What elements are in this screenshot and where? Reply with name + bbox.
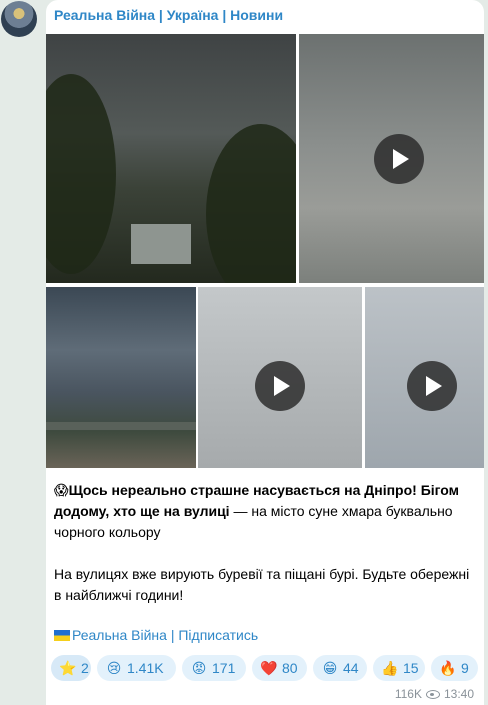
- thumbs-up-icon: 👍: [381, 660, 399, 676]
- reaction-fire[interactable]: 🔥 9: [431, 655, 478, 681]
- reaction-angry[interactable]: 😡 171: [182, 655, 246, 681]
- media-video-1[interactable]: [299, 34, 484, 283]
- angry-face-icon: 😡: [191, 660, 207, 676]
- channel-avatar[interactable]: [1, 1, 37, 37]
- reaction-count: 9: [461, 660, 469, 676]
- grinning-face-icon: 😁: [322, 660, 338, 676]
- reaction-count: 15: [403, 660, 419, 676]
- message-meta: 116K 13:40: [395, 687, 474, 701]
- subscribe-line: Реальна Війна | Підписатись: [54, 627, 258, 643]
- media-photo-2[interactable]: [46, 287, 196, 468]
- ukraine-flag-icon: [54, 630, 70, 641]
- reaction-count: 1.41K: [127, 660, 164, 676]
- message-paragraph-1: 😱Щось нереально страшне насувається на Д…: [54, 480, 474, 543]
- eye-icon: [425, 690, 440, 699]
- reaction-count: 80: [282, 660, 298, 676]
- message-bubble: Реальна Війна | Україна | Новини 😱Щось н…: [46, 0, 484, 705]
- scream-emoji: 😱: [54, 482, 69, 498]
- play-icon[interactable]: [407, 361, 457, 411]
- reactions-bar: ⭐ 2 😢 1.41K 😡 171 ❤️ 80 😁 44 👍 15 🔥 9: [51, 655, 483, 681]
- media-video-3[interactable]: [365, 287, 484, 468]
- view-count: 116K: [394, 687, 422, 701]
- reaction-grin[interactable]: 😁 44: [313, 655, 367, 681]
- media-photo-1[interactable]: [46, 34, 296, 283]
- play-icon[interactable]: [374, 134, 424, 184]
- reaction-count: 44: [343, 660, 359, 676]
- message-paragraph-2: На вулицях вже вирують буревії та піщані…: [54, 566, 470, 603]
- reaction-count: 2: [81, 660, 89, 676]
- reaction-heart[interactable]: ❤️ 80: [252, 655, 307, 681]
- message-time: 13:40: [443, 687, 474, 701]
- reaction-cry[interactable]: 😢 1.41K: [97, 655, 176, 681]
- play-icon[interactable]: [255, 361, 305, 411]
- reaction-thumbs-up[interactable]: 👍 15: [373, 655, 425, 681]
- subscribe-link[interactable]: Реальна Війна | Підписатись: [72, 627, 258, 643]
- reaction-count: 171: [212, 660, 236, 676]
- media-video-2[interactable]: [198, 287, 362, 468]
- reaction-star[interactable]: ⭐ 2: [51, 655, 91, 681]
- channel-name[interactable]: Реальна Війна | Україна | Новини: [54, 7, 283, 23]
- heart-icon: ❤️: [260, 660, 278, 676]
- star-icon: ⭐: [59, 660, 77, 676]
- message-text: 😱Щось нереально страшне насувається на Д…: [54, 480, 474, 606]
- fire-icon: 🔥: [439, 660, 457, 676]
- crying-face-icon: 😢: [106, 660, 122, 676]
